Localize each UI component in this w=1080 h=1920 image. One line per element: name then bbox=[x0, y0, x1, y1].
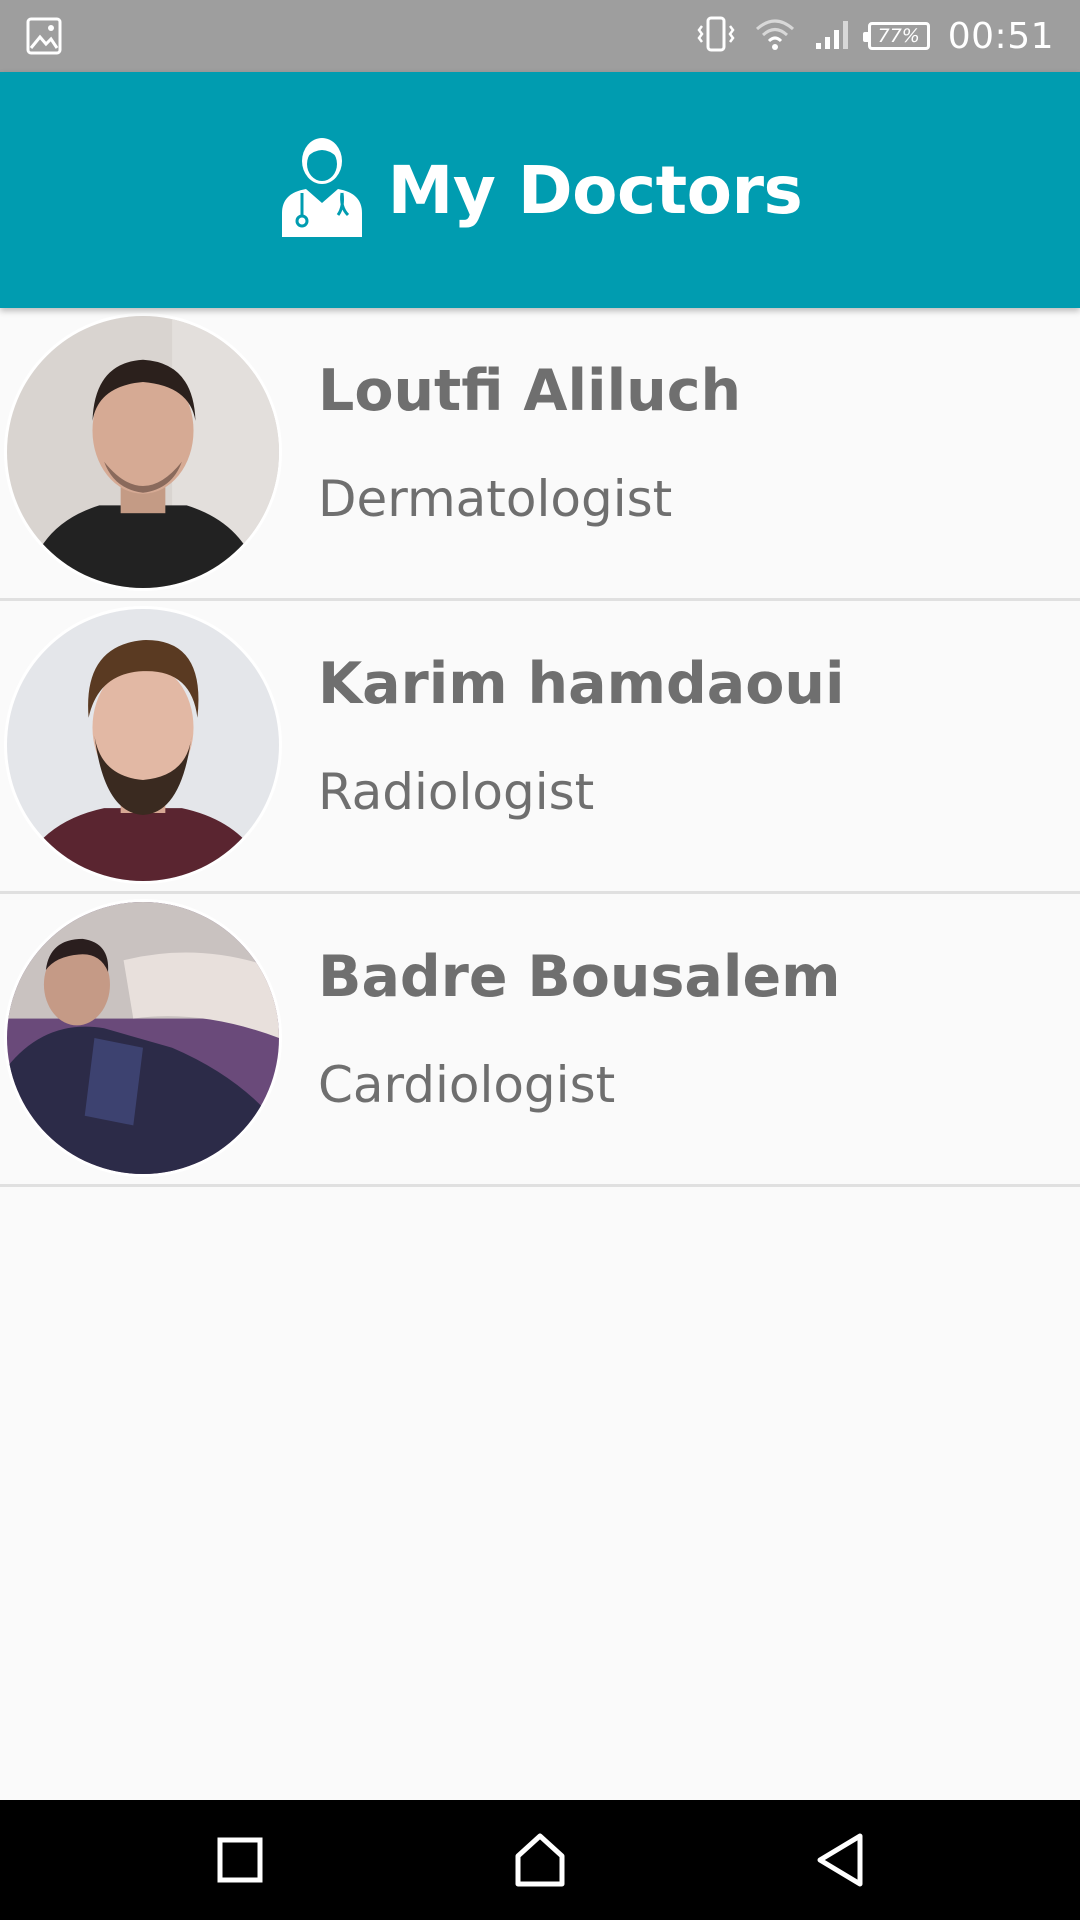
list-item[interactable]: Badre Bousalem Cardiologist bbox=[0, 894, 1080, 1187]
app-bar: My Doctors bbox=[0, 72, 1080, 308]
back-icon[interactable] bbox=[808, 1828, 872, 1892]
signal-icon bbox=[814, 17, 850, 55]
list-item[interactable]: Karim hamdaoui Radiologist bbox=[0, 601, 1080, 894]
wifi-icon bbox=[754, 15, 796, 57]
home-icon[interactable] bbox=[508, 1828, 572, 1892]
vibrate-icon bbox=[696, 14, 736, 58]
status-bar: 77% 00:51 bbox=[0, 0, 1080, 72]
avatar bbox=[4, 899, 282, 1177]
doctor-name: Karim hamdaoui bbox=[318, 651, 845, 717]
doctor-name: Badre Bousalem bbox=[318, 944, 841, 1010]
doctor-icon bbox=[278, 137, 366, 243]
page-title: My Doctors bbox=[387, 151, 803, 229]
doctor-specialty: Radiologist bbox=[318, 763, 595, 821]
doctor-specialty: Dermatologist bbox=[318, 470, 673, 528]
doctor-list: Loutfi Aliluch Dermatologist Karim hamda… bbox=[0, 308, 1080, 1187]
avatar bbox=[4, 313, 282, 591]
doctor-name: Loutfi Aliluch bbox=[318, 358, 742, 424]
list-item[interactable]: Loutfi Aliluch Dermatologist bbox=[0, 308, 1080, 601]
navigation-bar bbox=[0, 1800, 1080, 1920]
status-time: 00:51 bbox=[947, 15, 1054, 57]
image-icon bbox=[26, 17, 62, 55]
doctor-specialty: Cardiologist bbox=[318, 1056, 616, 1114]
avatar bbox=[4, 606, 282, 884]
battery-icon: 77% bbox=[862, 22, 930, 50]
recents-icon[interactable] bbox=[208, 1828, 272, 1892]
